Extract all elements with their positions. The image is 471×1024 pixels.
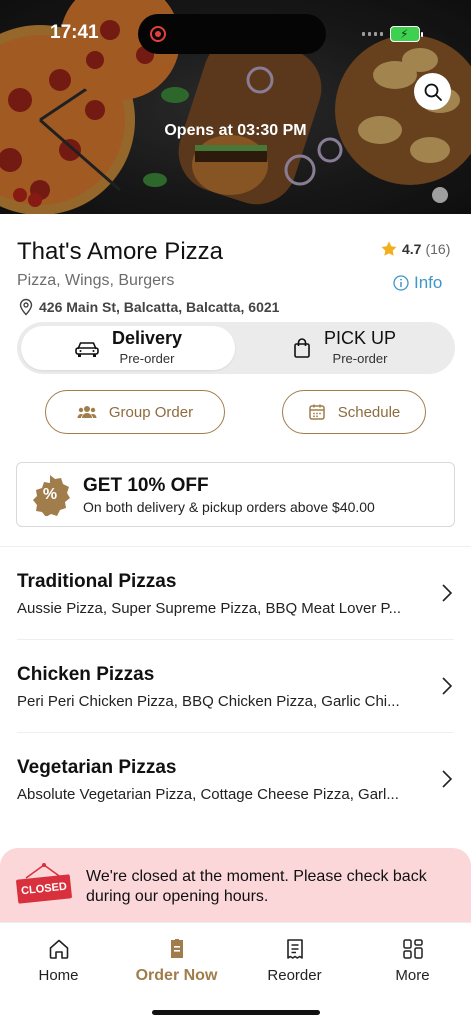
hero-banner: 17:41 ⚡ Opens at 03:30 PM xyxy=(0,0,471,214)
promo-subtitle: On both delivery & pickup orders above $… xyxy=(83,498,375,515)
home-indicator xyxy=(152,1010,320,1015)
group-order-label: Group Order xyxy=(108,403,194,421)
grid-more-icon xyxy=(402,939,423,959)
home-icon xyxy=(49,939,68,959)
closed-banner: CLOSED We're closed at the moment. Pleas… xyxy=(0,848,471,928)
discount-badge-icon: % xyxy=(29,474,71,516)
rating[interactable]: 4.7 (16) xyxy=(380,240,450,258)
restaurant-name: That's Amore Pizza xyxy=(17,238,223,265)
tab-home-label: Home xyxy=(38,967,79,984)
star-icon xyxy=(381,241,397,256)
category-row-vegetarian-pizzas[interactable]: Vegetarian Pizzas Absolute Vegetarian Pi… xyxy=(0,733,471,826)
tab-order-now-label: Order Now xyxy=(135,967,218,984)
chevron-right-icon xyxy=(442,677,453,695)
tab-home[interactable]: Home xyxy=(0,937,117,984)
order-type-toggle: Delivery Pre-order PICK UP Pre-order xyxy=(17,322,455,374)
location-pin-icon xyxy=(19,298,33,316)
status-time: 17:41 xyxy=(50,22,99,43)
search-icon xyxy=(424,83,442,101)
receipt-icon xyxy=(286,939,303,959)
rating-count: (16) xyxy=(425,241,451,257)
category-items: Peri Peri Chicken Pizza, BBQ Chicken Piz… xyxy=(17,693,400,710)
category-title: Vegetarian Pizzas xyxy=(17,757,177,778)
schedule-label: Schedule xyxy=(337,403,401,421)
opening-time-label: Opens at 03:30 PM xyxy=(164,122,307,139)
discount-badge-symbol: % xyxy=(42,485,58,503)
tab-reorder-label: Reorder xyxy=(267,967,322,984)
cellular-signal-icon xyxy=(362,32,383,36)
tab-reorder[interactable]: Reorder xyxy=(236,937,353,984)
category-row-traditional-pizzas[interactable]: Traditional Pizzas Aussie Pizza, Super S… xyxy=(0,547,471,640)
closed-message: We're closed at the moment. Please check… xyxy=(86,868,427,905)
tab-more-label: More xyxy=(395,967,430,984)
category-row-chicken-pizzas[interactable]: Chicken Pizzas Peri Peri Chicken Pizza, … xyxy=(0,640,471,733)
info-label: Info xyxy=(414,273,443,292)
address: 426 Main St, Balcatta, Balcatta, 6021 xyxy=(18,298,279,316)
order-bag-icon xyxy=(170,939,183,958)
info-icon xyxy=(393,275,409,291)
pickup-label: PICK UP xyxy=(323,328,397,349)
calendar-icon xyxy=(308,404,325,420)
category-title: Traditional Pizzas xyxy=(17,571,177,592)
rating-value: 4.7 xyxy=(402,241,422,257)
car-icon xyxy=(75,342,99,357)
group-users-icon xyxy=(77,406,97,418)
address-text: 426 Main St, Balcatta, Balcatta, 6021 xyxy=(39,299,280,315)
group-order-button[interactable]: Group Order xyxy=(45,390,225,434)
delivery-sublabel: Pre-order xyxy=(119,351,175,367)
dynamic-island xyxy=(138,14,326,54)
tab-order-now[interactable]: Order Now xyxy=(118,937,235,985)
pickup-option[interactable]: PICK UP Pre-order xyxy=(237,326,451,370)
recording-indicator-icon xyxy=(150,26,166,42)
chevron-right-icon xyxy=(442,770,453,788)
shopping-bag-icon xyxy=(294,338,310,358)
category-items: Aussie Pizza, Super Supreme Pizza, BBQ M… xyxy=(17,600,402,617)
bottom-tab-bar: Home Order Now Reorder More xyxy=(0,922,471,1024)
tab-more[interactable]: More xyxy=(354,937,471,984)
cuisine-list: Pizza, Wings, Burgers xyxy=(17,272,175,289)
search-button[interactable] xyxy=(414,73,451,110)
promo-card[interactable]: % GET 10% OFF On both delivery & pickup … xyxy=(16,462,455,527)
delivery-label: Delivery xyxy=(111,328,183,349)
delivery-option[interactable]: Delivery Pre-order xyxy=(21,326,235,370)
promo-title: GET 10% OFF xyxy=(83,474,209,496)
chevron-right-icon xyxy=(442,584,453,602)
info-link[interactable]: Info xyxy=(393,273,442,293)
schedule-button[interactable]: Schedule xyxy=(282,390,426,434)
category-items: Absolute Vegetarian Pizza, Cottage Chees… xyxy=(17,786,399,803)
pickup-sublabel: Pre-order xyxy=(332,351,388,367)
battery-charging-icon: ⚡ xyxy=(390,26,423,42)
closed-sign-icon: CLOSED xyxy=(14,862,74,906)
category-title: Chicken Pizzas xyxy=(17,664,155,685)
